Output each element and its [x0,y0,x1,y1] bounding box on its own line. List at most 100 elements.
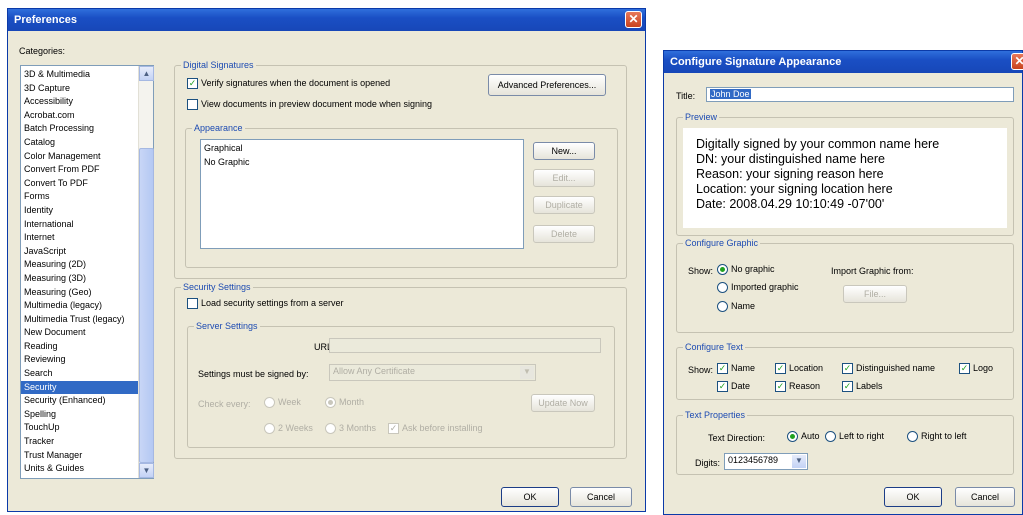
show-date-checkbox[interactable]: ✓ [717,381,728,393]
category-item[interactable]: 3D Capture [21,82,138,96]
category-item[interactable]: Trust Manager [21,449,138,463]
auto-radio-row[interactable]: Auto [787,431,820,443]
ask-before-row[interactable]: ✓ Ask before installing [388,423,483,435]
ok-button[interactable]: OK [884,487,942,507]
appearance-list[interactable]: Graphical No Graphic [200,139,524,249]
show-date-row[interactable]: ✓ Date [717,381,750,393]
title-input[interactable]: John Doe [706,87,1014,102]
category-item[interactable]: Reviewing [21,353,138,367]
advanced-preferences-button[interactable]: Advanced Preferences... [488,74,606,96]
category-item[interactable]: Convert From PDF [21,163,138,177]
ltr-radio-row[interactable]: Left to right [825,431,884,443]
month-radio[interactable] [325,397,336,409]
category-item[interactable]: Security (Enhanced) [21,394,138,408]
verify-checkbox-row[interactable]: ✓ Verify signatures when the document is … [187,78,390,90]
update-now-button[interactable]: Update Now [531,394,595,412]
imported-graphic-radio[interactable] [717,282,728,294]
duplicate-appearance-button[interactable]: Duplicate [533,196,595,214]
category-item[interactable]: Catalog [21,136,138,150]
two-weeks-radio-row[interactable]: 2 Weeks [264,423,313,435]
ok-button[interactable]: OK [501,487,559,507]
appearance-item-no-graphic[interactable]: No Graphic [201,156,523,170]
scroll-thumb[interactable] [139,148,154,463]
category-item[interactable]: Color Management [21,150,138,164]
three-months-radio-row[interactable]: 3 Months [325,423,376,435]
category-item[interactable]: Forms [21,190,138,204]
file-button[interactable]: File... [843,285,907,303]
category-item[interactable]: Batch Processing [21,122,138,136]
cancel-button[interactable]: Cancel [570,487,632,507]
scroll-up-icon[interactable]: ▲ [139,66,154,81]
close-icon[interactable]: ✕ [1011,53,1023,70]
category-item[interactable]: Search [21,367,138,381]
categories-scrollbar[interactable]: ▲ ▼ [138,66,154,478]
rtl-radio-row[interactable]: Right to left [907,431,967,443]
category-item[interactable]: New Document [21,326,138,340]
signature-titlebar[interactable]: Configure Signature Appearance ✕ [664,51,1023,73]
week-radio[interactable] [264,397,275,409]
load-settings-checkbox-row[interactable]: Load security settings from a server [187,298,344,310]
month-radio-row[interactable]: Month [325,397,364,409]
show-location-row[interactable]: ✓ Location [775,363,823,375]
ltr-radio[interactable] [825,431,836,443]
dropdown-arrow-icon[interactable]: ▼ [792,455,806,468]
three-months-radio[interactable] [325,423,336,435]
imported-graphic-radio-row[interactable]: Imported graphic [717,282,799,294]
category-item[interactable]: International [21,218,138,232]
view-preview-checkbox-row[interactable]: View documents in preview document mode … [187,99,432,111]
appearance-item-graphical[interactable]: Graphical [201,142,523,156]
category-item[interactable]: Measuring (Geo) [21,286,138,300]
categories-list[interactable]: 3D & Multimedia 3D Capture Accessibility Ac… [20,65,154,479]
new-appearance-button[interactable]: New... [533,142,595,160]
category-item[interactable]: Convert To PDF [21,177,138,191]
scroll-down-icon[interactable]: ▼ [139,463,154,478]
signed-by-select[interactable]: Allow Any Certificate ▼ [329,364,536,381]
show-name-row[interactable]: ✓ Name [717,363,755,375]
show-reason-checkbox[interactable]: ✓ [775,381,786,393]
rtl-radio[interactable] [907,431,918,443]
verify-checkbox[interactable]: ✓ [187,78,198,90]
category-item[interactable]: 3D & Multimedia [21,68,138,82]
digits-select[interactable]: 0123456789 ▼ [724,453,808,470]
week-radio-row[interactable]: Week [264,397,301,409]
no-graphic-radio-row[interactable]: No graphic [717,264,775,276]
close-icon[interactable]: ✕ [625,11,642,28]
edit-appearance-button[interactable]: Edit... [533,169,595,187]
category-item[interactable]: Reading [21,340,138,354]
show-logo-checkbox[interactable]: ✓ [959,363,970,375]
load-settings-checkbox[interactable] [187,298,198,310]
show-location-checkbox[interactable]: ✓ [775,363,786,375]
delete-appearance-button[interactable]: Delete [533,225,595,243]
show-labels-row[interactable]: ✓ Labels [842,381,883,393]
category-item[interactable]: Spelling [21,408,138,422]
view-preview-checkbox[interactable] [187,99,198,111]
category-item[interactable]: Internet [21,231,138,245]
name-radio[interactable] [717,301,728,313]
category-item[interactable]: Multimedia Trust (legacy) [21,313,138,327]
category-item[interactable]: Security [21,380,138,395]
show-logo-row[interactable]: ✓ Logo [959,363,993,375]
no-graphic-radio[interactable] [717,264,728,276]
preferences-titlebar[interactable]: Preferences ✕ [8,9,645,31]
category-item[interactable]: Measuring (2D) [21,258,138,272]
show-distinguished-checkbox[interactable]: ✓ [842,363,853,375]
ask-before-checkbox[interactable]: ✓ [388,423,399,435]
category-item[interactable]: Accessibility [21,95,138,109]
two-weeks-radio[interactable] [264,423,275,435]
dropdown-arrow-icon[interactable]: ▼ [520,366,534,379]
show-distinguished-row[interactable]: ✓ Distinguished name [842,363,935,375]
category-item[interactable]: TouchUp [21,421,138,435]
url-input[interactable] [329,338,601,353]
name-radio-row[interactable]: Name [717,301,755,313]
show-labels-checkbox[interactable]: ✓ [842,381,853,393]
category-item[interactable]: Identity [21,204,138,218]
category-item[interactable]: Acrobat.com [21,109,138,123]
category-item[interactable]: Measuring (3D) [21,272,138,286]
category-item[interactable]: JavaScript [21,245,138,259]
category-item[interactable]: Multimedia (legacy) [21,299,138,313]
show-reason-row[interactable]: ✓ Reason [775,381,820,393]
auto-radio[interactable] [787,431,798,443]
show-name-checkbox[interactable]: ✓ [717,363,728,375]
category-item[interactable]: Tracker [21,435,138,449]
category-item[interactable]: Units & Guides [21,462,138,476]
